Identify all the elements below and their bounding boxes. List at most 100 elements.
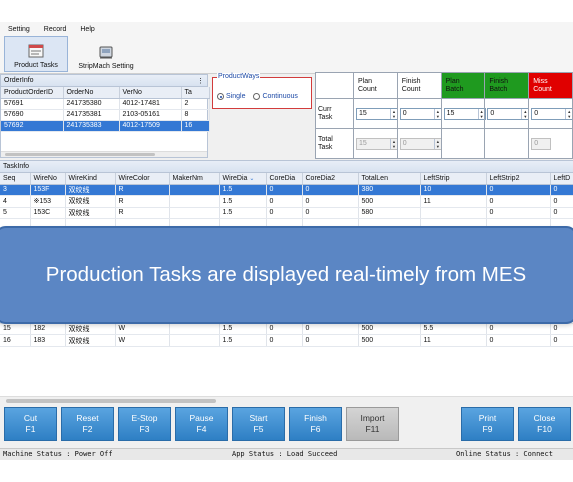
task-cell: 500 [358, 323, 421, 336]
fkey-shortcut: F1 [25, 424, 36, 434]
task-column-header[interactable]: MakerNm [169, 173, 220, 185]
pause-button[interactable]: Pause F4 [175, 407, 228, 441]
task-cell: 1.5 [219, 207, 267, 220]
task-column-header[interactable]: LeftD [550, 173, 573, 185]
task-column-label: CoreDia2 [305, 174, 336, 182]
order-row[interactable]: 57690 241735381 2103-05161 8 [1, 109, 210, 121]
fkey-shortcut: F9 [482, 424, 493, 434]
order-info-scroll-thumb[interactable] [5, 153, 155, 156]
task-cell: 0 [266, 334, 303, 347]
task-row[interactable]: 4 ※153 双绞线 R 1.5 0 0 500 11 0 0 [0, 195, 573, 208]
reset-button[interactable]: Reset F2 [61, 407, 114, 441]
task-cell: 0 [302, 207, 359, 220]
count-spinbox: 0▲▼ [531, 137, 552, 150]
order-info-menu-icon[interactable]: ⋮ [197, 77, 204, 85]
task-cell: W [115, 323, 170, 336]
spin-down-icon[interactable]: ▼ [391, 114, 397, 119]
spin-down-icon[interactable]: ▼ [522, 114, 528, 119]
continuous-radio-dot[interactable] [253, 93, 261, 100]
order-cell: 4012-17481 [119, 98, 182, 110]
count-value: 0 [402, 110, 407, 117]
spin-down-icon[interactable]: ▼ [435, 114, 441, 119]
continuous-radio[interactable]: Continuous [253, 93, 298, 100]
function-key-bar: Cut F1 Reset F2 E-Stop F3 Pause F4 Start F5 Finish… [0, 405, 573, 447]
task-cell: 双绞线 [65, 207, 116, 220]
task-column-header[interactable]: WireNo [30, 173, 66, 185]
count-row-label-line: Task [318, 143, 333, 151]
task-cell: 0 [550, 195, 573, 208]
finish-button[interactable]: Finish F6 [289, 407, 342, 441]
count-spinbox[interactable]: 15 ▲ ▼ [443, 107, 486, 120]
strip-machine-setting-button[interactable]: StripMach Setting [74, 36, 138, 72]
order-cell: 57691 [1, 98, 64, 110]
task-column-label: Seq [3, 174, 16, 182]
order-cell: 8 [181, 109, 210, 121]
count-cell [440, 128, 486, 159]
e-stop-button[interactable]: E-Stop F3 [118, 407, 171, 441]
order-column-header[interactable]: VerNo [119, 87, 182, 99]
task-column-header[interactable]: Seq [0, 173, 31, 185]
menu-record[interactable]: Record [44, 26, 67, 33]
import-button[interactable]: Import F11 [346, 407, 399, 441]
order-row[interactable]: 57692 241735383 4012-17509 16 [1, 120, 210, 132]
task-row[interactable]: 15 182 双绞线 W 1.5 0 0 500 5.5 0 0 [0, 323, 573, 336]
menu-help[interactable]: Help [80, 26, 94, 33]
count-spinbox: 15 ▲ ▼ [356, 137, 398, 150]
count-header-line: Batch [489, 85, 508, 93]
count-spinbox[interactable]: 0 ▲ ▼ [487, 107, 530, 120]
spin-down-icon[interactable]: ▼ [566, 114, 572, 119]
task-cell: 0 [266, 184, 303, 197]
task-info-title-bar: TaskInfo [0, 161, 573, 173]
spin-arrows[interactable]: ▲ ▼ [521, 108, 528, 119]
order-column-header[interactable]: OrderNo [63, 87, 120, 99]
menu-setting[interactable]: Setting [8, 26, 30, 33]
spin-arrows[interactable]: ▲ ▼ [565, 108, 572, 119]
task-column-header[interactable]: WireKind [65, 173, 116, 185]
spin-down-icon[interactable]: ▼ [479, 114, 485, 119]
task-info-scrollbar[interactable] [0, 396, 573, 404]
count-header-line: Count [401, 85, 421, 93]
count-spinbox[interactable]: 0 ▲ ▼ [531, 107, 573, 120]
task-column-header[interactable]: WireDia ⌄ [219, 173, 267, 185]
task-column-header[interactable]: CoreDia [266, 173, 303, 185]
task-row[interactable]: 5 153C 双绞线 R 1.5 0 0 580 0 0 [0, 207, 573, 220]
task-cell [169, 207, 220, 220]
task-column-header[interactable]: WireColor [115, 173, 170, 185]
fkey-shortcut: F5 [253, 424, 264, 434]
close-button[interactable]: Close F10 [518, 407, 571, 441]
single-radio[interactable]: Single [217, 93, 245, 100]
count-value: 0 [402, 140, 407, 147]
task-column-header[interactable]: LeftStrip2 [486, 173, 551, 185]
fkey-label: Close [533, 413, 556, 423]
spin-arrows[interactable]: ▲ ▼ [433, 108, 441, 119]
task-row[interactable]: 3 153F 双绞线 R 1.5 0 0 380 10 0 0 [0, 184, 573, 197]
fkey-label: Pause [189, 413, 214, 423]
count-header-line: Plan [358, 77, 373, 85]
fkey-shortcut: F6 [310, 424, 321, 434]
order-info-scrollbar[interactable] [1, 151, 207, 157]
order-row[interactable]: 57691 241735380 4012-17481 2 [1, 98, 210, 110]
task-column-header[interactable]: CoreDia2 [302, 173, 359, 185]
count-spinbox[interactable]: 15 ▲ ▼ [356, 107, 398, 120]
product-tasks-button[interactable]: Product Tasks [4, 36, 68, 72]
spin-arrows[interactable]: ▲ ▼ [390, 108, 397, 119]
task-column-header[interactable]: TotalLen [358, 173, 421, 185]
task-cell: 500 [358, 334, 421, 347]
spin-down-icon: ▼ [435, 143, 440, 149]
task-cell: 182 [30, 323, 66, 336]
task-info-scroll-thumb[interactable] [6, 399, 216, 403]
order-cell: 57692 [1, 120, 64, 132]
task-row[interactable]: 16 183 双绞线 W 1.5 0 0 500 11 0 0 [0, 334, 573, 347]
count-value: 15 [359, 140, 367, 147]
cut-button[interactable]: Cut F1 [4, 407, 57, 441]
single-radio-dot[interactable] [217, 93, 224, 100]
task-cell: 153F [30, 184, 66, 197]
spin-arrows[interactable]: ▲ ▼ [477, 108, 485, 119]
order-column-header[interactable]: ProductOrderID [1, 87, 64, 99]
start-button[interactable]: Start F5 [232, 407, 285, 441]
count-row-label-line: Task [318, 113, 333, 121]
count-spinbox[interactable]: 0 ▲ ▼ [399, 107, 442, 120]
print-button[interactable]: Print F9 [461, 407, 514, 441]
order-column-header[interactable]: Ta [181, 87, 210, 99]
task-column-header[interactable]: LeftStrip [420, 173, 487, 185]
